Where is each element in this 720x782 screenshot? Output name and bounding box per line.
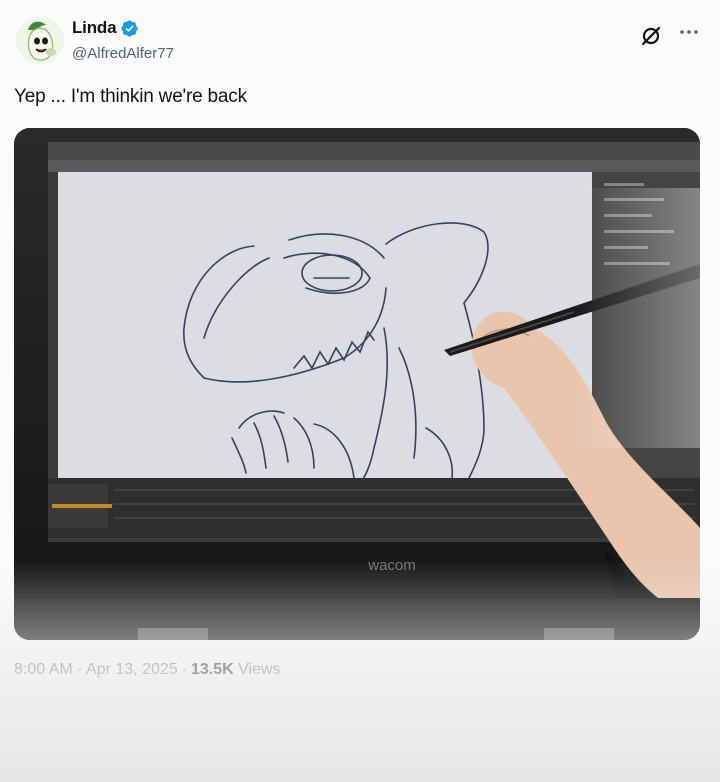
repost-count: 141 (210, 726, 234, 742)
bookmark-count: 54 (536, 726, 552, 742)
tweet-text: Yep ... I'm thinkin we're back (14, 86, 247, 107)
author-name-row[interactable]: Linda (72, 18, 139, 38)
like-button[interactable]: 958 (344, 712, 397, 756)
tweet-photo[interactable]: wacom (14, 128, 700, 640)
author-name[interactable]: Linda (72, 18, 117, 38)
like-icon (346, 724, 366, 743)
like-count: 958 (374, 726, 398, 742)
tweet-meta: 8:00 AM · Apr 13, 2025 · 13.5K Views (14, 661, 281, 678)
avatar[interactable] (16, 16, 64, 64)
action-bar: 107 141 958 54 (0, 712, 720, 756)
more-button[interactable] (676, 20, 702, 44)
grok-button[interactable] (639, 24, 663, 48)
reply-icon (22, 725, 42, 745)
views-count: 13.5K (191, 661, 234, 678)
tweet-card: Linda @AlfredAlfer77 Yep ... I'm thinkin… (0, 0, 720, 782)
avatar-cartoon-image (16, 16, 64, 64)
author-handle[interactable]: @AlfredAlfer77 (72, 45, 174, 62)
tweet-timestamp[interactable]: 8:00 AM · Apr 13, 2025 (14, 661, 178, 678)
views-label: Views (238, 661, 281, 678)
drawing-tablet-photo: wacom (14, 128, 700, 640)
verified-badge-icon (121, 19, 138, 37)
bookmark-button[interactable]: 54 (506, 712, 552, 756)
grok-icon (641, 26, 661, 46)
repost-icon (183, 727, 201, 741)
more-icon (680, 30, 698, 34)
reply-button[interactable]: 107 (20, 712, 73, 756)
repost-button[interactable]: 141 (180, 712, 233, 756)
tablet-brand-text: wacom (367, 557, 416, 574)
share-icon (671, 724, 689, 743)
share-button[interactable] (668, 712, 692, 756)
reply-count: 107 (50, 726, 74, 742)
bookmark-icon (511, 724, 525, 744)
